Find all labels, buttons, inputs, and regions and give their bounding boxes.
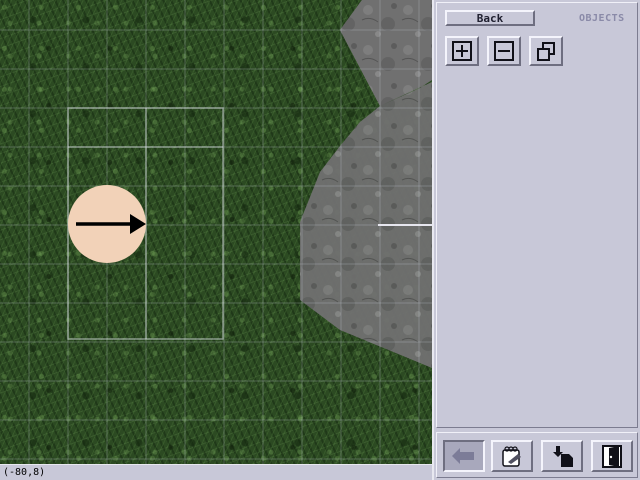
status-bar: (-80,8) xyxy=(0,464,432,480)
coordinates-readout: (-80,8) xyxy=(3,467,46,478)
duplicate-object-button[interactable] xyxy=(529,36,563,66)
door-exit-icon xyxy=(602,445,622,468)
objects-label: OBJECTS xyxy=(579,13,625,24)
map-viewport[interactable] xyxy=(0,0,432,464)
undo-button[interactable] xyxy=(443,440,485,472)
plus-box-icon xyxy=(452,41,472,61)
remove-object-button[interactable] xyxy=(487,36,521,66)
exit-button[interactable] xyxy=(591,440,633,472)
download-file-icon xyxy=(553,446,573,467)
objects-panel: Back OBJECTS xyxy=(436,2,638,428)
add-object-button[interactable] xyxy=(445,36,479,66)
notepad-icon xyxy=(502,446,521,467)
minus-box-icon xyxy=(494,41,514,61)
back-button[interactable]: Back xyxy=(445,10,535,26)
undo-arrow-icon xyxy=(452,448,474,464)
map-overlay xyxy=(0,0,432,464)
load-button[interactable] xyxy=(541,440,583,472)
player-token[interactable] xyxy=(68,185,146,263)
action-bar xyxy=(436,432,638,478)
side-panel: Back OBJECTS xyxy=(432,0,640,480)
edit-button[interactable] xyxy=(491,440,533,472)
duplicate-icon xyxy=(537,42,555,61)
